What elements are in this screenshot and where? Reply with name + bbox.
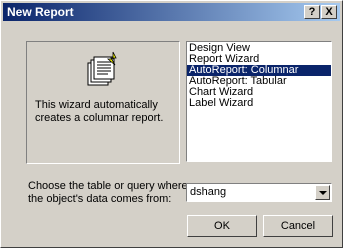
source-value: dshang bbox=[190, 186, 227, 198]
wizard-preview-panel: This wizard automatically creates a colu… bbox=[26, 41, 180, 164]
source-label: Choose the table or query where the obje… bbox=[28, 180, 188, 205]
title-bar[interactable]: New Report ? X bbox=[3, 3, 340, 21]
source-combobox[interactable]: dshang bbox=[186, 183, 332, 202]
chevron-down-icon bbox=[319, 191, 327, 195]
wizard-list-item[interactable]: Label Wizard bbox=[187, 98, 331, 109]
wizard-description: This wizard automatically creates a colu… bbox=[35, 99, 164, 124]
window-title: New Report bbox=[7, 5, 74, 19]
wizard-list[interactable]: Design View Report Wizard AutoReport: Colu… bbox=[186, 41, 332, 162]
new-report-dialog: New Report ? X This wizard automatically… bbox=[0, 0, 343, 248]
combo-dropdown-button[interactable] bbox=[315, 185, 330, 200]
close-button[interactable]: X bbox=[321, 5, 337, 19]
report-wizard-icon bbox=[87, 51, 117, 86]
cancel-button[interactable]: Cancel bbox=[263, 215, 333, 237]
help-button[interactable]: ? bbox=[304, 5, 320, 19]
ok-button[interactable]: OK bbox=[187, 215, 257, 237]
